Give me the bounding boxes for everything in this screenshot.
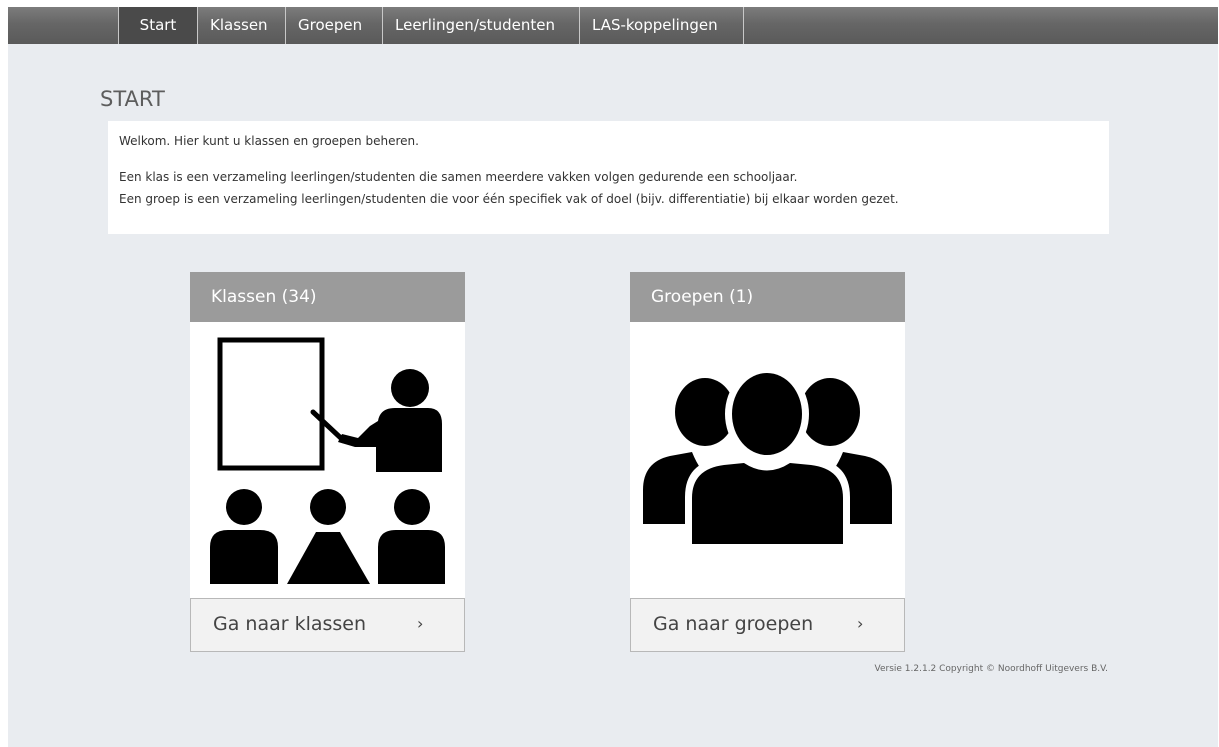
tab-leerlingen-studenten[interactable]: Leerlingen/studenten: [382, 7, 579, 44]
ga-naar-groepen-label: Ga naar groepen: [653, 613, 814, 635]
ga-naar-klassen-label: Ga naar klassen: [213, 613, 367, 635]
tab-groepen[interactable]: Groepen: [285, 7, 382, 44]
chevron-right-icon: ›: [417, 614, 424, 633]
ga-naar-groepen-button[interactable]: Ga naar groepen ›: [630, 598, 905, 652]
intro-welcome-text: Welkom. Hier kunt u klassen en groepen b…: [119, 134, 419, 148]
intro-panel: Welkom. Hier kunt u klassen en groepen b…: [108, 121, 1109, 234]
groepen-card-image[interactable]: [630, 322, 905, 598]
groepen-card: Groepen (1) Ga naar groepen ›: [630, 272, 905, 652]
intro-groep-text: Een groep is een verzameling leerlingen/…: [119, 192, 899, 206]
top-navigation-bar: Start Klassen Groepen Leerlingen/student…: [8, 7, 1218, 44]
groepen-card-header: Groepen (1): [630, 272, 905, 322]
page-background: Start Klassen Groepen Leerlingen/student…: [8, 7, 1218, 747]
nav-tabs: Start Klassen Groepen Leerlingen/student…: [118, 7, 744, 44]
classroom-teacher-icon: [210, 337, 445, 584]
tab-start[interactable]: Start: [118, 7, 197, 44]
chevron-right-icon: ›: [857, 614, 864, 633]
footer-copyright: Versie 1.2.1.2 Copyright © Noordhoff Uit…: [874, 664, 1108, 674]
klassen-card: Klassen (34) Ga naar klassen ›: [190, 272, 465, 652]
group-people-icon: [643, 366, 892, 550]
intro-klas-text: Een klas is een verzameling leerlingen/s…: [119, 170, 798, 184]
page-title: START: [100, 87, 165, 111]
ga-naar-klassen-button[interactable]: Ga naar klassen ›: [190, 598, 465, 652]
klassen-card-image[interactable]: [190, 322, 465, 598]
klassen-card-header: Klassen (34): [190, 272, 465, 322]
tab-las-koppelingen[interactable]: LAS-koppelingen: [579, 7, 744, 44]
tab-klassen[interactable]: Klassen: [197, 7, 285, 44]
